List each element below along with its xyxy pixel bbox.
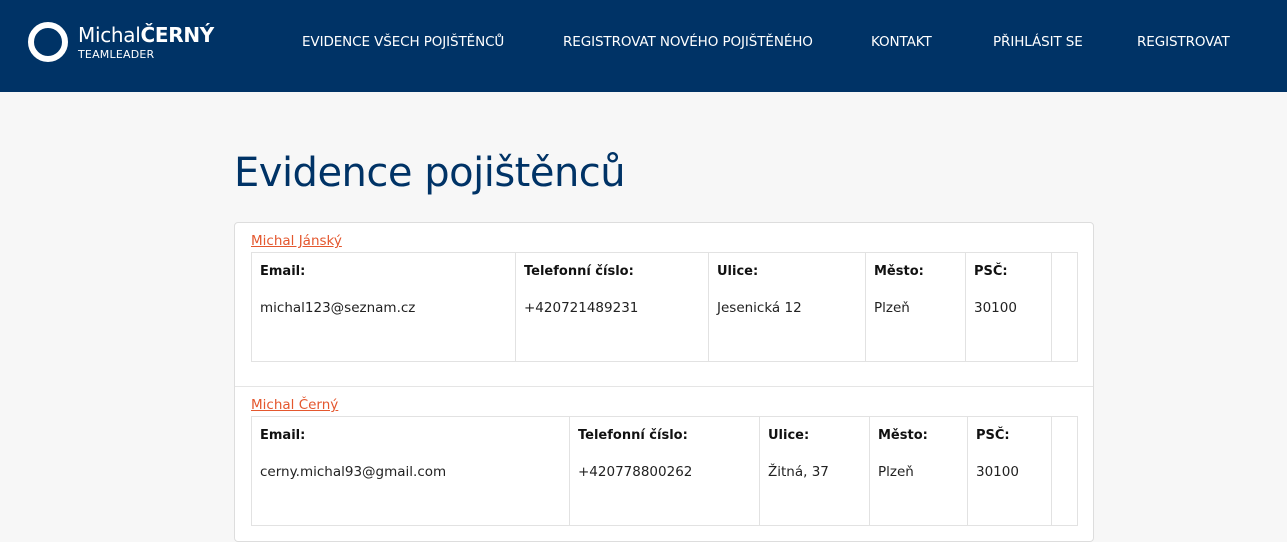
phone-label: Telefonní číslo: [524, 264, 634, 279]
person-name-link[interactable]: Michal Černý [251, 397, 338, 413]
brand-logo[interactable]: MichalČERNÝ TEAMLEADER [28, 21, 214, 63]
nav-evidence-vsech-pojistencu[interactable]: EVIDENCE VŠECH POJIŠTĚNCŮ [302, 34, 504, 50]
person-info-table: Email: cerny.michal93@gmail.com Telefonn… [251, 416, 1078, 526]
zip-cell: PSČ: 30100 [967, 416, 1052, 526]
nav-registrovat-noveho-pojisteneho[interactable]: REGISTROVAT NOVÉHO POJIŠTĚNÉHO [563, 34, 813, 50]
brand-role: TEAMLEADER [78, 47, 155, 61]
city-label: Město: [874, 264, 924, 279]
phone-value: +420721489231 [524, 300, 639, 316]
empty-cell [1051, 252, 1078, 362]
logo-ring-icon [28, 22, 68, 62]
divider [235, 386, 1093, 387]
nav-prihlasit-se[interactable]: PŘIHLÁSIT SE [993, 34, 1083, 50]
insured-list-card: Michal Jánský Email: michal123@seznam.cz… [234, 222, 1094, 542]
empty-cell [1051, 416, 1078, 526]
nav-registrovat[interactable]: REGISTROVAT [1137, 34, 1230, 50]
table-row: Email: cerny.michal93@gmail.com Telefonn… [251, 416, 1078, 526]
phone-value: +420778800262 [578, 464, 693, 480]
phone-cell: Telefonní číslo: +420778800262 [569, 416, 760, 526]
email-value: michal123@seznam.cz [260, 300, 416, 316]
zip-value: 30100 [974, 300, 1017, 316]
street-label: Ulice: [768, 428, 810, 443]
email-cell: Email: cerny.michal93@gmail.com [251, 416, 570, 526]
table-row: Email: michal123@seznam.cz Telefonní čís… [251, 252, 1078, 362]
phone-cell: Telefonní číslo: +420721489231 [515, 252, 709, 362]
brand-text: MichalČERNÝ TEAMLEADER [78, 25, 214, 60]
street-cell: Ulice: Žitná, 37 [759, 416, 870, 526]
city-label: Město: [878, 428, 928, 443]
email-cell: Email: michal123@seznam.cz [251, 252, 516, 362]
brand-first-name: Michal [78, 22, 141, 47]
city-value: Plzeň [878, 464, 914, 480]
brand-name: MichalČERNÝ [78, 25, 214, 45]
city-cell: Město: Plzeň [865, 252, 966, 362]
street-label: Ulice: [717, 264, 759, 279]
street-cell: Ulice: Jesenická 12 [708, 252, 866, 362]
city-cell: Město: Plzeň [869, 416, 968, 526]
email-label: Email: [260, 428, 306, 443]
street-value: Žitná, 37 [768, 464, 829, 480]
phone-label: Telefonní číslo: [578, 428, 688, 443]
zip-label: PSČ: [976, 428, 1010, 443]
person-name-link[interactable]: Michal Jánský [251, 233, 342, 249]
email-label: Email: [260, 264, 306, 279]
brand-last-name: ČERNÝ [140, 22, 215, 47]
nav-kontakt[interactable]: KONTAKT [871, 34, 932, 50]
zip-cell: PSČ: 30100 [965, 252, 1052, 362]
page-title: Evidence pojištěnců [234, 150, 626, 196]
email-value: cerny.michal93@gmail.com [260, 464, 447, 480]
city-value: Plzeň [874, 300, 910, 316]
person-info-table: Email: michal123@seznam.cz Telefonní čís… [251, 252, 1078, 362]
street-value: Jesenická 12 [717, 300, 802, 316]
zip-value: 30100 [976, 464, 1019, 480]
zip-label: PSČ: [974, 264, 1008, 279]
top-navbar: MichalČERNÝ TEAMLEADER EVIDENCE VŠECH PO… [0, 0, 1287, 92]
